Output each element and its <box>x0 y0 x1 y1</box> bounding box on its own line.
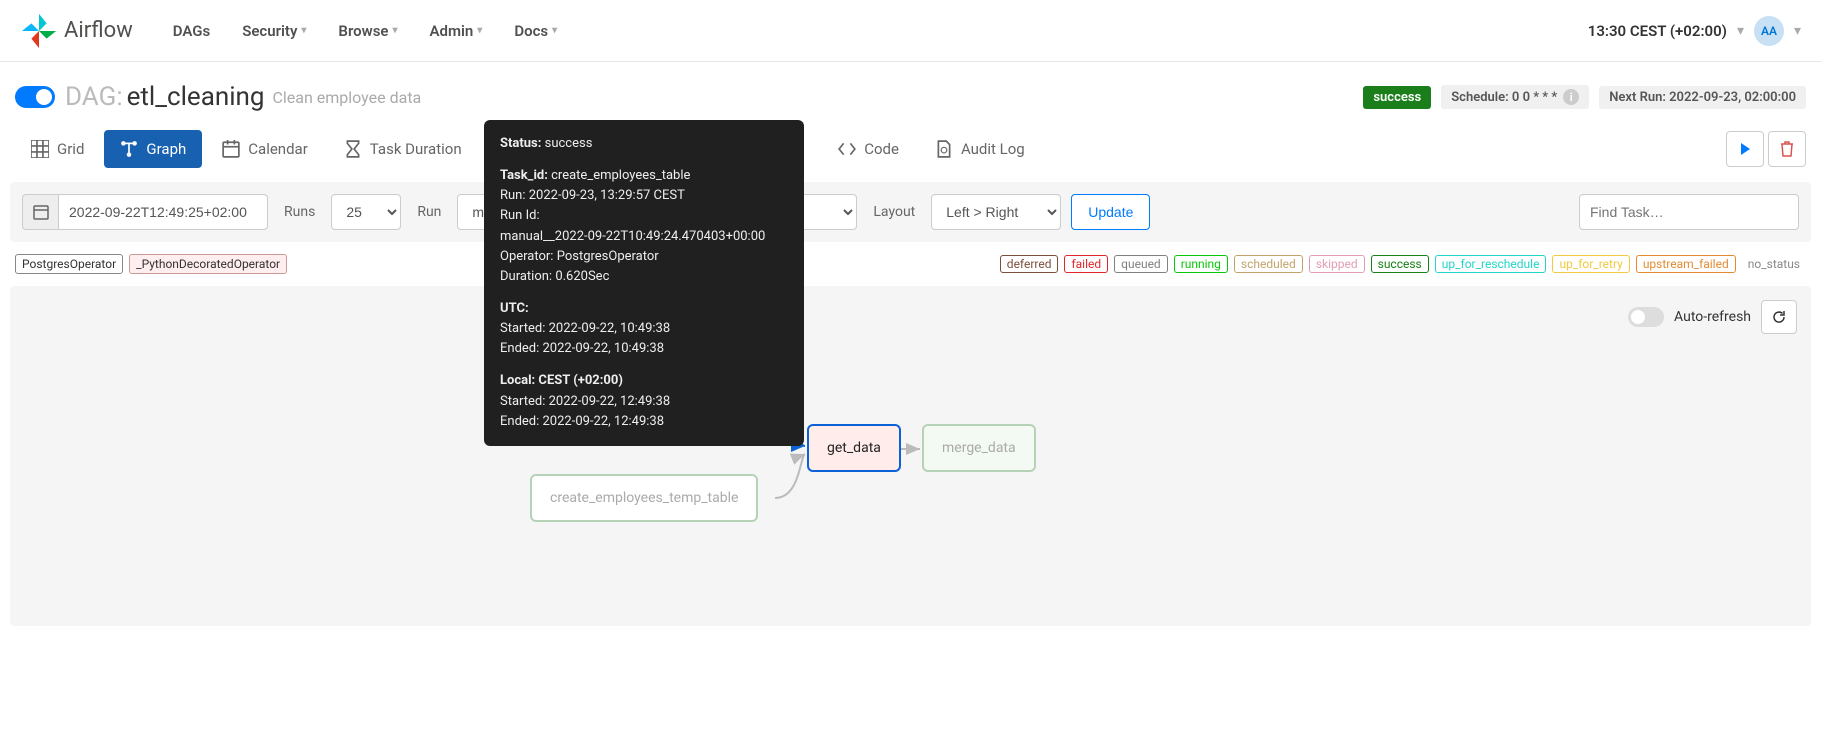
status-badge: success <box>1363 86 1431 109</box>
top-navbar: Airflow DAGs Security▾ Browse▾ Admin▾ Do… <box>0 0 1821 62</box>
state-queued[interactable]: queued <box>1114 255 1168 273</box>
state-no-status[interactable]: no_status <box>1742 256 1806 272</box>
chevron-down-icon: ▾ <box>1794 23 1801 39</box>
state-scheduled[interactable]: scheduled <box>1234 255 1303 273</box>
logo-text: Airflow <box>64 18 133 43</box>
runs-select[interactable]: 25 <box>331 194 401 230</box>
runs-label: Runs <box>278 204 321 220</box>
base-date-input[interactable] <box>58 194 268 230</box>
find-task-input[interactable] <box>1579 194 1799 230</box>
state-deferred[interactable]: deferred <box>1000 255 1059 273</box>
graph-area[interactable]: Auto-refresh create_employees_table crea… <box>10 286 1811 626</box>
logo[interactable]: Airflow <box>20 12 133 50</box>
state-skipped[interactable]: skipped <box>1309 255 1365 273</box>
chevron-down-icon: ▾ <box>301 25 306 36</box>
state-up-for-reschedule[interactable]: up_for_reschedule <box>1435 255 1547 273</box>
tab-code[interactable]: Code <box>822 130 915 168</box>
chevron-down-icon: ▾ <box>1737 23 1744 39</box>
trash-icon <box>1780 141 1794 157</box>
update-button[interactable]: Update <box>1071 194 1150 230</box>
state-up-for-retry[interactable]: up_for_retry <box>1552 255 1629 273</box>
trigger-dag-button[interactable] <box>1726 131 1764 167</box>
layout-select[interactable]: Left > Right <box>931 194 1061 230</box>
chevron-down-icon: ▾ <box>477 25 482 36</box>
nav-browse[interactable]: Browse▾ <box>338 22 397 40</box>
grid-icon <box>31 140 49 158</box>
document-icon <box>935 140 953 158</box>
filter-bar: Runs 25 Run manual__2022-09-22T10:49:24.… <box>10 182 1811 242</box>
state-failed[interactable]: failed <box>1064 255 1108 273</box>
next-run-box: Next Run: 2022-09-23, 02:00:00 <box>1599 86 1806 109</box>
dag-name: etl_cleaning <box>127 82 265 112</box>
avatar[interactable]: AA <box>1754 16 1784 46</box>
tab-task-duration[interactable]: Task Duration <box>328 130 478 168</box>
nav-items: DAGs Security▾ Browse▾ Admin▾ Docs▾ <box>173 22 1588 40</box>
state-running[interactable]: running <box>1174 255 1228 273</box>
graph-nodes: create_employees_table create_employees_… <box>10 286 1811 586</box>
airflow-icon <box>20 12 58 50</box>
chevron-down-icon: ▾ <box>392 25 397 36</box>
code-icon <box>838 140 856 158</box>
dag-description: Clean employee data <box>272 88 421 107</box>
calendar-icon <box>222 140 240 158</box>
tab-audit-log[interactable]: Audit Log <box>919 130 1041 168</box>
calendar-icon[interactable] <box>22 194 58 230</box>
run-label: Run <box>411 204 447 220</box>
tab-graph[interactable]: Graph <box>104 130 202 168</box>
task-tooltip: Status: success Task_id: create_employee… <box>484 120 804 446</box>
task-node-create-employees-temp-table[interactable]: create_employees_temp_table <box>530 474 758 522</box>
delete-dag-button[interactable] <box>1768 131 1806 167</box>
graph-arrows <box>10 286 1811 586</box>
nav-admin[interactable]: Admin▾ <box>430 22 483 40</box>
dag-toggle[interactable] <box>15 86 55 108</box>
nav-right: 13:30 CEST (+02:00) ▾ AA ▾ <box>1588 16 1801 46</box>
chevron-down-icon: ▾ <box>552 25 557 36</box>
task-node-get-data[interactable]: get_data <box>807 424 901 472</box>
task-node-merge-data[interactable]: merge_data <box>922 424 1036 472</box>
play-icon <box>1738 142 1752 156</box>
info-icon[interactable]: i <box>1563 89 1579 105</box>
operator-chip-postgres[interactable]: PostgresOperator <box>15 254 123 274</box>
hourglass-icon <box>344 140 362 158</box>
dag-header: DAG: etl_cleaning Clean employee data su… <box>0 62 1821 112</box>
graph-icon <box>120 140 138 158</box>
legend-row: PostgresOperator _PythonDecoratedOperato… <box>0 242 1821 286</box>
state-upstream-failed[interactable]: upstream_failed <box>1636 255 1736 273</box>
schedule-box: Schedule: 0 0 * * * i <box>1441 85 1589 109</box>
state-success[interactable]: success <box>1371 255 1429 273</box>
dag-label: DAG: <box>65 82 123 112</box>
operator-chip-python[interactable]: _PythonDecoratedOperator <box>129 254 287 274</box>
dag-header-right: success Schedule: 0 0 * * * i Next Run: … <box>1363 85 1806 109</box>
nav-security[interactable]: Security▾ <box>242 22 306 40</box>
tabs-row: Grid Graph Calendar Task Duration Landin… <box>0 112 1821 182</box>
tab-calendar[interactable]: Calendar <box>206 130 324 168</box>
clock-display[interactable]: 13:30 CEST (+02:00) <box>1588 22 1727 40</box>
tab-grid[interactable]: Grid <box>15 130 100 168</box>
nav-docs[interactable]: Docs▾ <box>514 22 557 40</box>
nav-dags[interactable]: DAGs <box>173 22 210 40</box>
layout-label: Layout <box>867 204 921 220</box>
